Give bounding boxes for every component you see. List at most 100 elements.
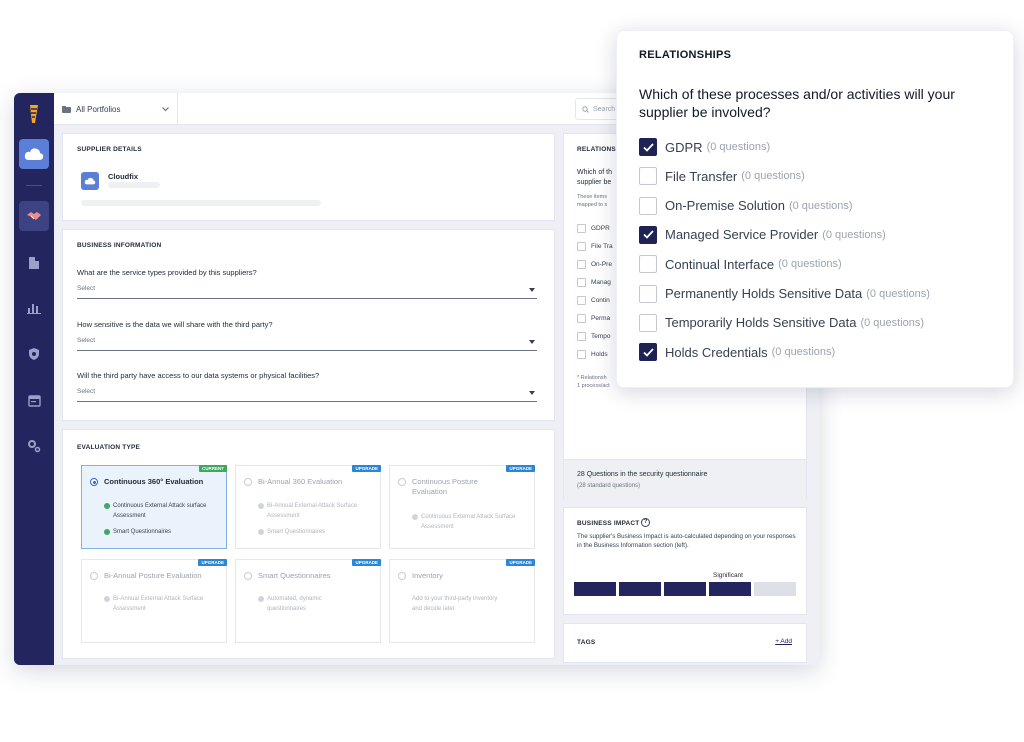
option-label: Temporarily Holds Sensitive Data	[665, 315, 857, 331]
checkbox[interactable]	[577, 241, 586, 251]
building-icon	[29, 257, 39, 269]
service-types-select[interactable]: Select	[77, 285, 537, 299]
add-tag-link[interactable]: + Add	[775, 638, 792, 645]
relationship-option[interactable]: Contin	[577, 295, 610, 305]
radio-button[interactable]	[244, 478, 252, 486]
handshake-icon	[27, 212, 41, 220]
eval-option-inventory[interactable]: UPGRADE Inventory Add to your third-part…	[389, 559, 535, 643]
checkbox[interactable]	[577, 331, 586, 341]
checkbox[interactable]	[639, 255, 657, 274]
popup-title: RELATIONSHIPS	[639, 49, 732, 61]
relationship-option[interactable]: Perma	[577, 313, 610, 323]
eval-option-continuous-360[interactable]: CURRENT Continuous 360° Evaluation Conti…	[81, 465, 227, 549]
help-icon[interactable]: ?	[641, 518, 650, 527]
option-label: Permanently Holds Sensitive Data	[665, 286, 863, 301]
eval-option-title: Continuous 360° Evaluation	[104, 477, 204, 486]
checkbox[interactable]	[577, 349, 586, 359]
relationship-option[interactable]: Temporarily Holds Sensitive Data (0 quest…	[639, 313, 924, 333]
checkbox[interactable]	[577, 313, 586, 323]
eval-feature: Smart Questionnaires	[258, 527, 376, 537]
relationship-option[interactable]: Holds	[577, 349, 608, 359]
relationship-option[interactable]: Holds Credentials (0 questions)	[639, 342, 835, 362]
check-icon	[642, 142, 654, 152]
bar-chart-icon	[27, 304, 41, 314]
supplier-avatar	[81, 172, 99, 190]
business-impact-title: BUSINESS IMPACT	[577, 520, 640, 527]
supplier-name: Cloudfix	[108, 172, 138, 181]
radio-button[interactable]	[398, 572, 406, 580]
data-sensitivity-select[interactable]: Select	[77, 337, 537, 351]
eval-option-continuous-posture[interactable]: UPGRADE Continuous Posture Evaluation Co…	[389, 465, 535, 549]
sidebar-item-reports[interactable]	[19, 293, 49, 323]
eval-option-smart-questionnaires[interactable]: UPGRADE Smart Questionnaires Automated, …	[235, 559, 381, 643]
checkbox[interactable]	[577, 295, 586, 305]
relationship-option[interactable]: Manag	[577, 277, 611, 287]
checkbox[interactable]	[577, 259, 586, 269]
radio-button[interactable]	[90, 478, 98, 486]
eval-option-title: Bi-Annual 360 Evaluation	[258, 477, 343, 486]
relationship-option[interactable]: GDPR (0 questions)	[639, 137, 770, 157]
relationship-option[interactable]: Tempo	[577, 331, 611, 341]
sidebar-item-settings[interactable]	[19, 431, 49, 461]
question-system-access: Will the third party have access to our …	[77, 371, 320, 380]
option-count: (0 questions)	[788, 199, 853, 212]
radio-button[interactable]	[90, 572, 98, 580]
option-label: Holds	[591, 350, 608, 358]
radio-button[interactable]	[398, 478, 406, 486]
eval-option-bi-annual-posture[interactable]: UPGRADE Bi-Annual Posture Evaluation Bi-…	[81, 559, 227, 643]
eval-feature: Automated, dynamic questionnaires	[258, 594, 376, 614]
checkbox[interactable]	[639, 167, 657, 186]
impact-segment	[664, 582, 706, 596]
search-placeholder: Search	[593, 105, 616, 113]
business-impact-card: BUSINESS IMPACT ? The supplier's Busines…	[563, 507, 807, 615]
select-placeholder: Select	[77, 337, 96, 344]
cloud-icon	[84, 177, 96, 185]
question-data-sensitivity: How sensitive is the data we will share …	[77, 320, 273, 329]
folder-icon	[62, 105, 71, 113]
bullet-icon	[258, 596, 264, 602]
check-icon	[104, 529, 110, 535]
checkbox[interactable]	[639, 225, 657, 244]
upgrade-badge: UPGRADE	[506, 559, 535, 566]
relationship-option[interactable]: Continual Interface (0 questions)	[639, 254, 842, 274]
radio-button[interactable]	[244, 572, 252, 580]
impact-level-label: Significant	[713, 572, 743, 579]
cloud-icon	[24, 148, 44, 160]
bullet-icon	[258, 503, 264, 509]
checkbox[interactable]	[639, 284, 657, 303]
sidebar-item-security[interactable]	[19, 339, 49, 369]
placeholder-line	[81, 200, 321, 206]
checkbox[interactable]	[577, 223, 586, 233]
relationship-option[interactable]: File Transfer (0 questions)	[639, 166, 805, 186]
relationship-option[interactable]: On-Premise Solution (0 questions)	[639, 196, 853, 216]
relationship-option[interactable]: On-Pre	[577, 259, 612, 269]
option-count: (0 questions)	[771, 346, 836, 359]
sidebar-item-buildings[interactable]	[19, 247, 49, 277]
upgrade-badge: UPGRADE	[352, 465, 381, 472]
system-access-select[interactable]: Select	[77, 388, 537, 402]
relationship-option[interactable]: Managed Service Provider (0 questions)	[639, 225, 886, 245]
portfolio-selector[interactable]: All Portfolios	[62, 93, 178, 125]
relationship-option[interactable]: Permanently Holds Sensitive Data (0 quest…	[639, 284, 930, 304]
business-information-card: BUSINESS INFORMATION What are the servic…	[62, 229, 555, 421]
sidebar-item-cloud[interactable]	[19, 139, 49, 169]
checkbox[interactable]	[639, 138, 657, 156]
sidebar-item-calendar[interactable]	[19, 385, 49, 415]
sidebar-item-suppliers[interactable]	[19, 201, 49, 231]
impact-segment	[619, 582, 661, 596]
bullet-icon	[412, 514, 418, 520]
eval-option-bi-annual-360[interactable]: UPGRADE Bi-Annual 360 Evaluation Bi-Annu…	[235, 465, 381, 549]
checkbox[interactable]	[639, 343, 657, 362]
relationship-option[interactable]: File Tra	[577, 241, 613, 251]
option-count: (0 questions)	[860, 316, 925, 329]
checkbox[interactable]	[577, 277, 586, 287]
checkbox[interactable]	[639, 196, 657, 215]
questions-sub: (28 standard questions)	[577, 483, 641, 489]
relationship-option[interactable]: GDPR	[577, 223, 610, 233]
option-count: (0 questions)	[778, 258, 842, 271]
eval-feature: Smart Questionnaires	[104, 527, 222, 537]
checkbox[interactable]	[639, 313, 657, 332]
eval-feature: Bi-Annual External Attack Surface Assess…	[104, 594, 222, 614]
business-impact-description: The supplier's Business Impact is auto-c…	[577, 533, 796, 549]
eval-description: Add to your third-party inventory and de…	[412, 596, 498, 612]
